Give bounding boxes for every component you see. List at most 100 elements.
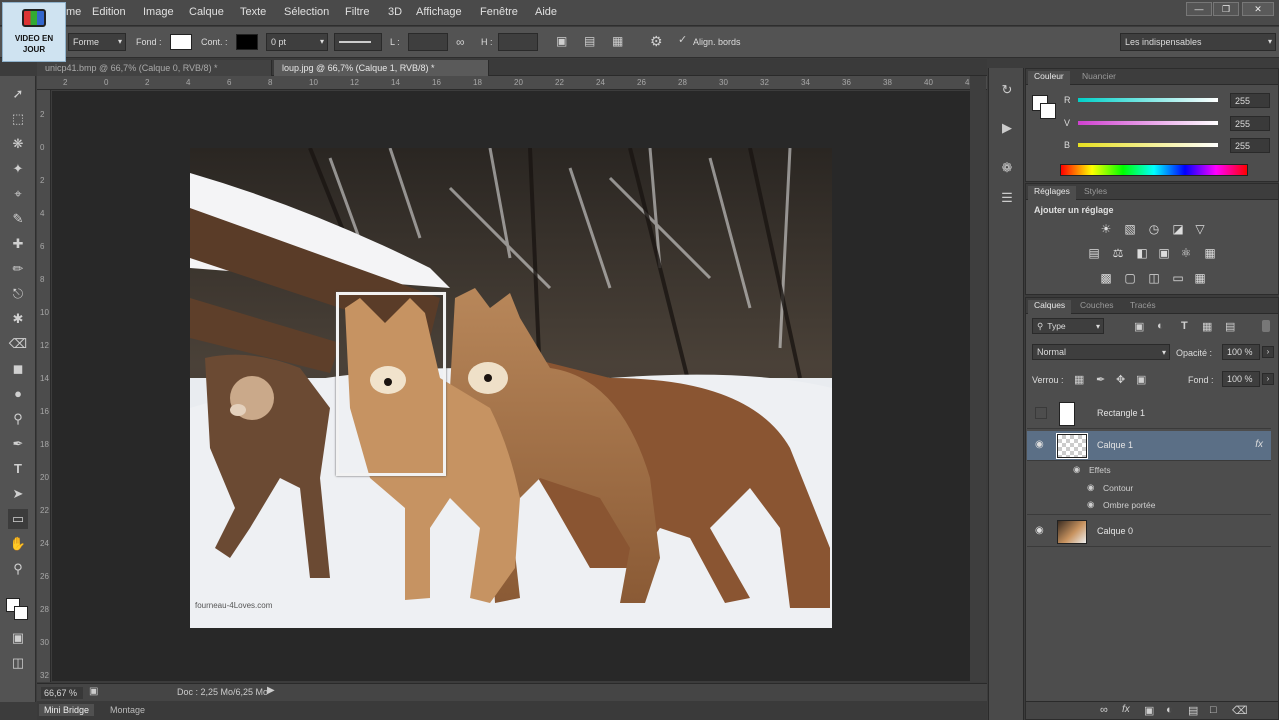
lock-position-icon[interactable]: ✥ <box>1116 373 1125 386</box>
fill-swatch[interactable] <box>170 34 192 50</box>
layer-row-calque-0[interactable]: ◉ Calque 0 <box>1027 517 1271 547</box>
history-brush-tool-icon[interactable]: ✱ <box>8 309 28 329</box>
eye-icon[interactable]: ◉ <box>1035 525 1049 537</box>
fill-opacity-field[interactable]: 100 % <box>1222 371 1260 387</box>
effect-drop-shadow-label[interactable]: Ombre portée <box>1103 500 1155 510</box>
photo-filter-icon[interactable]: ▣ <box>1156 246 1172 260</box>
eyedropper-tool-icon[interactable]: ✎ <box>8 209 28 229</box>
eraser-tool-icon[interactable]: ⌫ <box>8 334 28 354</box>
menu-fenetre[interactable]: Fenêtre <box>480 6 518 18</box>
doc-tab-1[interactable]: unicp41.bmp @ 66,7% (Calque 0, RVB/8) * <box>37 60 272 76</box>
workspace-select[interactable]: Les indispensables ▾ <box>1120 33 1276 51</box>
lock-pixels-icon[interactable]: ✒ <box>1096 373 1105 386</box>
background-color-swatch[interactable] <box>14 606 28 620</box>
tab-couches[interactable]: Couches <box>1074 300 1120 310</box>
color-spectrum-bar[interactable] <box>1060 164 1248 176</box>
menu-selection[interactable]: Sélection <box>284 6 329 18</box>
stroke-swatch[interactable] <box>236 34 258 50</box>
stroke-type-select[interactable] <box>334 33 382 51</box>
menu-edition[interactable]: Edition <box>92 6 126 18</box>
zoom-tool-icon[interactable]: ⚲ <box>8 559 28 579</box>
tab-mini-bridge[interactable]: Mini Bridge <box>39 704 95 716</box>
threshold-icon[interactable]: ◫ <box>1146 271 1162 285</box>
history-panel-icon[interactable]: ↻ <box>997 80 1017 100</box>
visibility-hidden-box[interactable] <box>1035 407 1047 419</box>
tab-traces[interactable]: Tracés <box>1124 300 1162 310</box>
lock-transparency-icon[interactable]: ▦ <box>1074 373 1084 386</box>
status-menu-icon[interactable]: ▣ <box>89 686 98 697</box>
pen-tool-icon[interactable]: ✒ <box>8 434 28 454</box>
hue-saturation-icon[interactable]: ▤ <box>1086 246 1102 260</box>
brightness-icon[interactable]: ☀ <box>1098 222 1114 236</box>
opacity-field[interactable]: 100 % <box>1222 344 1260 360</box>
close-button[interactable]: ✕ <box>1242 2 1274 16</box>
new-adjustment-icon[interactable]: ◐ <box>1166 704 1173 716</box>
menu-image[interactable]: Image <box>143 6 174 18</box>
brush-tool-icon[interactable]: ✏ <box>8 259 28 279</box>
levels-icon[interactable]: ▧ <box>1122 222 1138 236</box>
vibrance-icon[interactable]: ▽ <box>1192 222 1208 236</box>
eye-icon[interactable]: ◉ <box>1087 482 1094 493</box>
type-tool-icon[interactable]: T <box>8 459 28 479</box>
filter-type-icon[interactable]: T <box>1181 320 1188 332</box>
dodge-tool-icon[interactable]: ⚲ <box>8 409 28 429</box>
path-operations-icon[interactable]: ▣ <box>556 34 567 48</box>
tab-montage[interactable]: Montage <box>105 704 150 716</box>
quick-mask-icon[interactable]: ▣ <box>8 628 28 648</box>
actions-panel-icon[interactable]: ▶ <box>997 118 1017 138</box>
minimize-button[interactable]: — <box>1186 2 1212 16</box>
curves-icon[interactable]: ◷ <box>1146 222 1162 236</box>
filter-pixel-icon[interactable]: ▣ <box>1134 320 1144 333</box>
layer-filter-select[interactable]: ⚲ Type ▾ <box>1032 318 1104 334</box>
hand-tool-icon[interactable]: ✋ <box>8 534 28 554</box>
blue-value[interactable]: 255 <box>1230 138 1270 153</box>
eye-icon[interactable]: ◉ <box>1087 499 1094 510</box>
red-value[interactable]: 255 <box>1230 93 1270 108</box>
tab-reglages[interactable]: Réglages <box>1028 186 1076 200</box>
black-white-icon[interactable]: ◧ <box>1134 246 1150 260</box>
menu-calque[interactable]: Calque <box>189 6 224 18</box>
eye-icon[interactable]: ◉ <box>1073 464 1080 475</box>
color-background-swatch[interactable] <box>1040 103 1056 119</box>
properties-panel-icon[interactable]: ☰ <box>997 188 1017 208</box>
tab-calques[interactable]: Calques <box>1028 300 1072 314</box>
color-lookup-icon[interactable]: ▦ <box>1202 246 1218 260</box>
channel-mixer-icon[interactable]: ⚛ <box>1178 246 1194 260</box>
add-style-icon[interactable]: fx <box>1122 704 1130 715</box>
link-layers-icon[interactable]: ∞ <box>1100 704 1108 716</box>
color-balance-icon[interactable]: ⚖ <box>1110 246 1126 260</box>
invert-icon[interactable]: ▩ <box>1098 271 1114 285</box>
lasso-tool-icon[interactable]: ❋ <box>8 134 28 154</box>
tab-nuancier[interactable]: Nuancier <box>1076 71 1122 81</box>
exposure-icon[interactable]: ◪ <box>1170 222 1186 236</box>
filter-smart-object-icon[interactable]: ▤ <box>1225 320 1235 333</box>
width-field[interactable] <box>408 33 448 51</box>
paint-bucket-tool-icon[interactable]: ◼ <box>8 359 28 379</box>
filter-adjustment-icon[interactable]: ◐ <box>1157 320 1164 332</box>
play-icon[interactable]: ▶ <box>267 685 275 696</box>
tab-styles[interactable]: Styles <box>1078 186 1113 196</box>
path-arrangement-icon[interactable]: ▦ <box>612 34 623 48</box>
healing-brush-tool-icon[interactable]: ✚ <box>8 234 28 254</box>
filter-shape-icon[interactable]: ▦ <box>1202 320 1212 333</box>
fill-arrow-icon[interactable]: › <box>1262 373 1274 385</box>
menu-3d[interactable]: 3D <box>388 6 402 18</box>
restore-button[interactable]: ❐ <box>1213 2 1239 16</box>
wolves-photo[interactable]: fourneau-4Loves.com <box>190 148 832 628</box>
blur-tool-icon[interactable]: ● <box>8 384 28 404</box>
quick-select-tool-icon[interactable]: ✦ <box>8 159 28 179</box>
effect-stroke-label[interactable]: Contour <box>1103 483 1133 493</box>
path-select-tool-icon[interactable]: ➤ <box>8 484 28 504</box>
gradient-map-icon[interactable]: ▭ <box>1170 271 1186 285</box>
add-mask-icon[interactable]: ▣ <box>1144 704 1154 717</box>
menu-affichage[interactable]: Affichage <box>416 6 462 18</box>
layer-row-rectangle-1[interactable]: Rectangle 1 <box>1027 399 1271 429</box>
posterize-icon[interactable]: ▢ <box>1122 271 1138 285</box>
eye-icon[interactable]: ◉ <box>1035 439 1049 451</box>
canvas-scrollbar[interactable] <box>970 76 986 682</box>
menu-filtre[interactable]: Filtre <box>345 6 369 18</box>
checkbox-checked-icon[interactable]: ✓ <box>678 33 687 46</box>
screen-mode-icon[interactable]: ◫ <box>8 653 28 673</box>
clone-stamp-tool-icon[interactable]: ⎋ <box>8 284 28 304</box>
height-field[interactable] <box>498 33 538 51</box>
